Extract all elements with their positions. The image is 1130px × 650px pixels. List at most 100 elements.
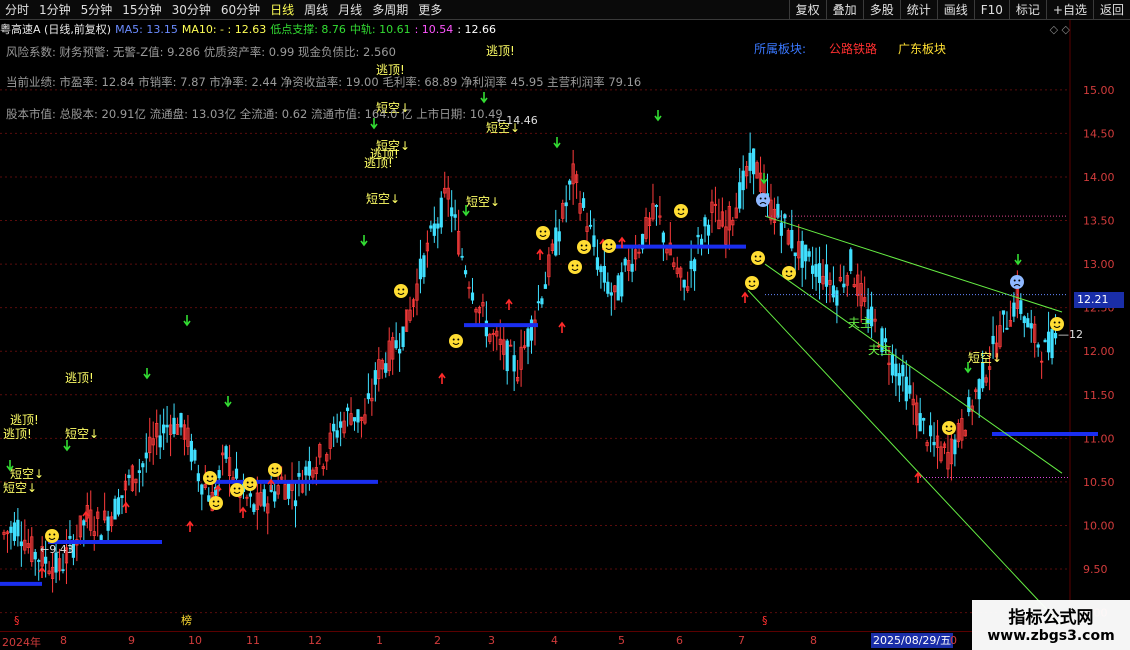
smiley-eye-icon	[1013, 279, 1016, 282]
last-price-note: —12	[1058, 328, 1083, 341]
smiley-eye-icon	[677, 208, 680, 211]
candle-body	[366, 393, 370, 400]
smiley-eye-icon	[748, 280, 751, 283]
candle-body	[293, 500, 298, 507]
sad-face-icon	[1010, 275, 1024, 289]
candle-body	[439, 197, 443, 228]
smiley-eye-icon	[452, 338, 455, 341]
channel-lower	[747, 289, 1063, 626]
candle-body	[179, 413, 183, 428]
candle-body	[436, 223, 440, 229]
smiley-eye-icon	[53, 533, 56, 536]
candle-body	[540, 298, 544, 305]
bottom-mark: 榜	[181, 613, 192, 627]
y-tick-label: 14.00	[1083, 171, 1115, 184]
candle-body	[9, 526, 13, 533]
candle-body	[429, 225, 433, 229]
candle-body	[1001, 310, 1006, 315]
candle-body	[779, 222, 783, 236]
candle-body	[894, 363, 898, 377]
date-tick: 11	[246, 634, 260, 647]
smiley-eye-icon	[576, 264, 579, 267]
candle-body	[1046, 331, 1051, 353]
candle-body	[200, 484, 204, 495]
candle-body	[352, 417, 357, 422]
y-tick-label: 9.50	[1083, 563, 1108, 576]
candle-body	[908, 385, 912, 394]
smiley-eye-icon	[950, 425, 953, 428]
smiley-eye-icon	[246, 481, 249, 484]
candle-body	[1022, 316, 1026, 324]
buy-arrow	[505, 298, 513, 310]
candle-body	[543, 284, 547, 289]
candle-body	[554, 227, 558, 256]
candle-body	[804, 244, 808, 262]
candle-body	[19, 541, 23, 547]
candle-body	[904, 376, 908, 402]
candle-body	[1043, 339, 1047, 343]
bull-signal: 夫主	[848, 316, 872, 330]
candle-body	[654, 204, 659, 207]
escape-top-signal: 逃顶!	[10, 413, 39, 427]
current-price-tag: 12.21	[1074, 292, 1124, 308]
smiley-eye-icon	[1053, 321, 1056, 324]
y-tick-label: 10.50	[1083, 476, 1115, 489]
candle-body	[339, 421, 343, 428]
date-tick: 12	[308, 634, 322, 647]
bull-signal: 夫主	[868, 343, 892, 357]
candle-body	[738, 182, 742, 209]
smiley-icon	[942, 421, 956, 435]
candle-body	[981, 362, 985, 389]
candle-body	[595, 257, 600, 270]
smiley-eye-icon	[785, 270, 788, 273]
sector-road-rail[interactable]: 公路铁路	[829, 40, 877, 57]
candle-body	[883, 338, 888, 343]
selected-date: 2025/08/29/五	[871, 633, 954, 648]
candle-body	[967, 397, 971, 413]
smiley-eye-icon	[402, 288, 405, 291]
date-tick: 8	[60, 634, 67, 647]
candle-body	[304, 466, 308, 476]
smiley-eye-icon	[206, 475, 209, 478]
candle-body	[432, 223, 436, 236]
candle-body	[252, 504, 256, 512]
y-tick-label: 11.50	[1083, 389, 1115, 402]
short-signal: 短空↓	[466, 195, 500, 209]
date-tick: 7	[738, 634, 745, 647]
candle-body	[1029, 323, 1033, 329]
candle-body	[373, 370, 377, 385]
candle-body	[568, 180, 572, 185]
smiley-eye-icon	[397, 288, 400, 291]
candle-body	[557, 231, 561, 242]
candle-body	[196, 473, 200, 482]
smiley-eye-icon	[610, 243, 613, 246]
candle-body	[630, 263, 634, 272]
sell-arrow	[480, 92, 488, 104]
candle-body	[505, 340, 509, 372]
buy-arrow	[267, 478, 275, 490]
smiley-eye-icon	[605, 243, 608, 246]
sector-guangdong[interactable]: 广东板块	[898, 40, 946, 57]
buy-arrow	[239, 506, 247, 518]
candle-body	[748, 152, 752, 171]
candle-body	[529, 319, 534, 341]
candle-body	[901, 364, 905, 377]
buy-arrow	[438, 372, 446, 384]
smiley-eye-icon	[764, 197, 767, 200]
candle-body	[831, 285, 836, 298]
smiley-eye-icon	[271, 467, 274, 470]
date-tick: 3	[488, 634, 495, 647]
candle-body	[165, 424, 169, 428]
date-tick: 2024年	[2, 636, 41, 649]
candle-body	[68, 535, 72, 539]
candle-body	[606, 281, 610, 294]
candle-body	[172, 417, 176, 435]
candle-body	[1026, 318, 1030, 328]
candle-body	[620, 272, 624, 297]
candle-body	[706, 224, 711, 236]
candle-body	[450, 207, 454, 217]
date-tick: 9	[128, 634, 135, 647]
date-tick: 1	[376, 634, 383, 647]
smiley-eye-icon	[580, 244, 583, 247]
smiley-eye-icon	[945, 425, 948, 428]
